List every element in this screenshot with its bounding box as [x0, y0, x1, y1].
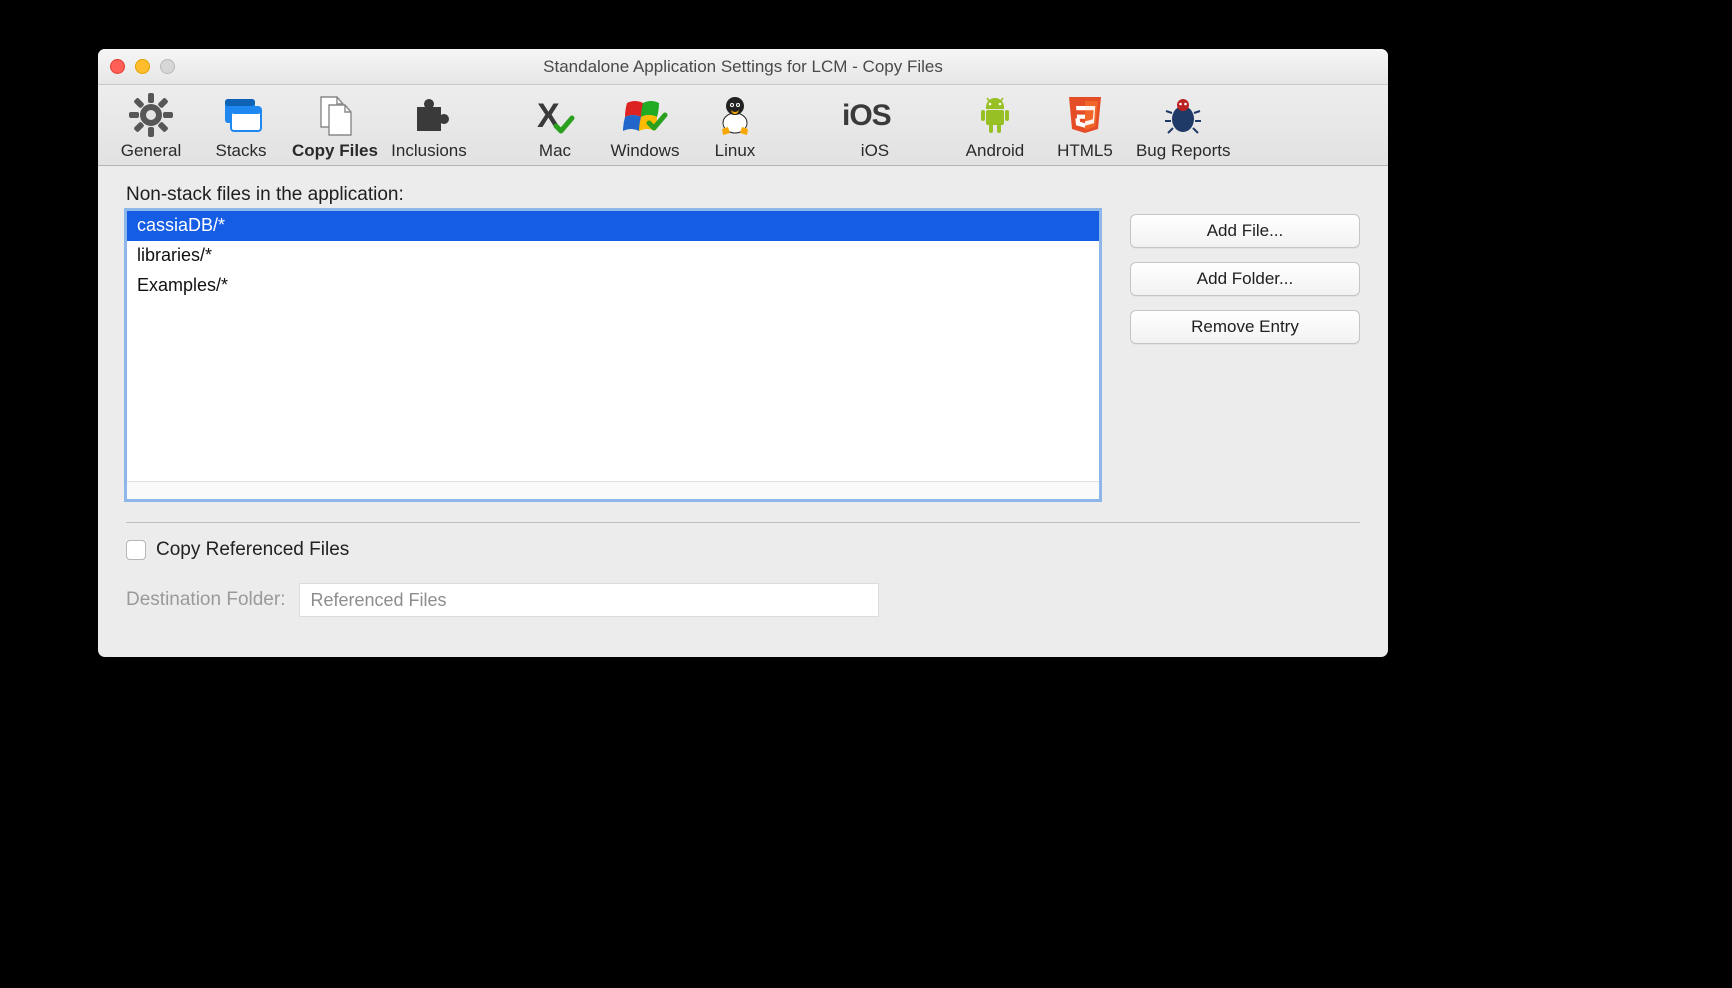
titlebar: Standalone Application Settings for LCM …: [98, 49, 1388, 85]
copy-referenced-files-label: Copy Referenced Files: [156, 539, 349, 561]
tab-windows[interactable]: Windows: [600, 91, 690, 161]
html5-icon: [1065, 91, 1105, 139]
window-title: Standalone Application Settings for LCM …: [98, 57, 1388, 77]
remove-entry-button[interactable]: Remove Entry: [1130, 310, 1360, 344]
svg-text:iOS: iOS: [842, 99, 891, 132]
add-folder-button[interactable]: Add Folder...: [1130, 262, 1360, 296]
mac-icon: X: [533, 91, 577, 139]
destination-folder-input: [299, 583, 879, 617]
toolbar: General Stacks: [98, 85, 1388, 166]
tab-html5-label: HTML5: [1057, 141, 1113, 161]
tab-stacks-label: Stacks: [215, 141, 266, 161]
tab-html5[interactable]: HTML5: [1040, 91, 1130, 161]
gear-icon: [129, 91, 173, 139]
tab-linux[interactable]: Linux: [690, 91, 780, 161]
destination-folder-label: Destination Folder:: [126, 589, 285, 611]
tab-copy-files-label: Copy Files: [292, 141, 378, 161]
zoom-icon[interactable]: [160, 59, 175, 74]
divider: [126, 522, 1360, 523]
tab-android-label: Android: [966, 141, 1025, 161]
add-file-button[interactable]: Add File...: [1130, 214, 1360, 248]
tab-windows-label: Windows: [610, 141, 679, 161]
tab-copy-files[interactable]: Copy Files: [286, 91, 384, 161]
window-controls: [110, 59, 175, 74]
tab-general-label: General: [121, 141, 181, 161]
minimize-icon[interactable]: [135, 59, 150, 74]
ios-icon: iOS: [842, 91, 908, 139]
tab-ios[interactable]: iOS iOS: [830, 91, 920, 161]
list-item[interactable]: Examples/*: [127, 271, 1099, 301]
tab-stacks[interactable]: Stacks: [196, 91, 286, 161]
app-window: Standalone Application Settings for LCM …: [98, 49, 1388, 657]
android-icon: [973, 91, 1017, 139]
linux-icon: [713, 91, 757, 139]
bug-icon: [1161, 91, 1205, 139]
tab-bug-reports[interactable]: Bug Reports: [1130, 91, 1237, 161]
tab-mac-label: Mac: [539, 141, 571, 161]
stacks-icon: [217, 91, 265, 139]
windows-icon: [621, 91, 669, 139]
copy-files-icon: [311, 91, 359, 139]
tab-linux-label: Linux: [715, 141, 756, 161]
nonstack-files-label: Non-stack files in the application:: [126, 184, 1360, 206]
close-icon[interactable]: [110, 59, 125, 74]
copy-referenced-files-checkbox[interactable]: [126, 540, 146, 560]
tab-inclusions-label: Inclusions: [391, 141, 467, 161]
list-item[interactable]: cassiaDB/*: [127, 211, 1099, 241]
tab-mac[interactable]: X Mac: [510, 91, 600, 161]
content-area: Non-stack files in the application: cass…: [98, 166, 1388, 657]
puzzle-icon: [407, 91, 451, 139]
tab-bug-reports-label: Bug Reports: [1136, 141, 1231, 161]
nonstack-files-list[interactable]: cassiaDB/* libraries/* Examples/*: [126, 210, 1100, 500]
tab-ios-label: iOS: [861, 141, 889, 161]
tab-android[interactable]: Android: [950, 91, 1040, 161]
list-item[interactable]: libraries/*: [127, 241, 1099, 271]
tab-inclusions[interactable]: Inclusions: [384, 91, 474, 161]
tab-general[interactable]: General: [106, 91, 196, 161]
scrollbar-horizontal[interactable]: [127, 481, 1099, 499]
